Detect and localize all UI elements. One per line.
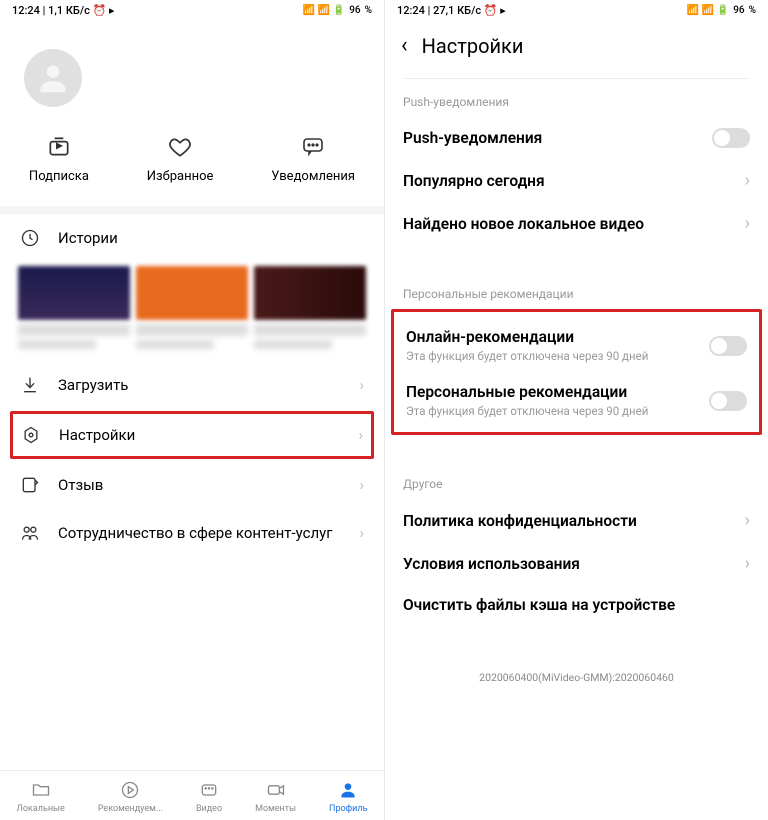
thumb-3[interactable]	[254, 266, 366, 349]
clock-icon	[20, 228, 40, 248]
found-local-row[interactable]: Найдено новое локальное видео ›	[385, 202, 768, 245]
personal-rec-row[interactable]: Персональные рекомендации Эта функция бу…	[406, 373, 747, 428]
nav-local[interactable]: Локальные	[17, 779, 65, 814]
terms-row[interactable]: Условия использования ›	[385, 542, 768, 585]
history-row[interactable]: Истории	[0, 214, 384, 262]
settings-row[interactable]: Настройки ›	[10, 411, 374, 459]
chevron-right-icon: ›	[745, 213, 750, 234]
page-title: Настройки	[422, 34, 524, 58]
chevron-right-icon: ›	[745, 510, 750, 531]
play-circle-icon	[119, 779, 141, 801]
nav-video[interactable]: Видео	[196, 779, 222, 814]
nav-moments[interactable]: Моменты	[255, 779, 296, 814]
privacy-row[interactable]: Политика конфиденциальности ›	[385, 499, 768, 542]
status-bar: 12:24 | 1,1 КБ/с ⏰ ▸ 📶 📶 🔋96%	[0, 0, 384, 21]
push-toggle-row[interactable]: Push-уведомления	[385, 117, 768, 159]
download-row[interactable]: Загрузить ›	[0, 361, 384, 409]
nav-recommend[interactable]: Рекомендуем...	[98, 779, 163, 814]
heart-icon	[166, 133, 194, 161]
people-icon	[20, 523, 40, 543]
toggle[interactable]	[709, 336, 747, 356]
nav-profile[interactable]: Профиль	[329, 779, 367, 814]
favorites-button[interactable]: Избранное	[147, 133, 214, 184]
avatar-zone	[0, 21, 384, 125]
status-net: 1,1 КБ/с	[48, 4, 90, 17]
person-icon	[337, 779, 359, 801]
bottom-nav: Локальные Рекомендуем... Видео Моменты П…	[0, 770, 384, 820]
chevron-right-icon: ›	[359, 524, 364, 542]
quick-actions: Подписка Избранное Уведомления	[0, 125, 384, 214]
feedback-row[interactable]: Отзыв ›	[0, 461, 384, 509]
chat-icon	[299, 133, 327, 161]
feedback-icon	[20, 475, 40, 495]
notifications-button[interactable]: Уведомления	[271, 133, 355, 184]
status-time: 12:24	[12, 4, 40, 17]
toggle[interactable]	[712, 128, 750, 148]
cooperation-row[interactable]: Сотрудничество в сфере контент-услуг ›	[0, 509, 384, 557]
section-other: Другое	[385, 461, 768, 499]
avatar[interactable]	[24, 49, 82, 107]
back-icon[interactable]: ‹	[401, 33, 408, 58]
section-personal: Персональные рекомендации	[385, 271, 768, 309]
build-version: 2020060400(MiVideo-GMM):2020060460	[385, 625, 768, 700]
thumb-2[interactable]	[136, 266, 248, 349]
history-thumbs	[0, 262, 384, 361]
folder-icon	[30, 779, 52, 801]
section-push: Push-уведомления	[385, 79, 768, 117]
cache-row[interactable]: Очистить файлы кэша на устройстве	[385, 585, 768, 625]
toggle[interactable]	[709, 391, 747, 411]
settings-screen: 12:24 | 27,1 КБ/с ⏰ ▸ 📶 📶 🔋96% ‹ Настрой…	[384, 0, 768, 820]
download-icon	[20, 375, 40, 395]
status-bar: 12:24 | 27,1 КБ/с ⏰ ▸ 📶 📶 🔋96%	[385, 0, 768, 21]
gear-icon	[21, 425, 41, 445]
chevron-right-icon: ›	[745, 170, 750, 191]
online-rec-row[interactable]: Онлайн-рекомендации Эта функция будет от…	[406, 318, 747, 373]
thumb-1[interactable]	[18, 266, 130, 349]
settings-header: ‹ Настройки	[385, 21, 768, 72]
camera-icon	[265, 779, 287, 801]
highlight-box: Онлайн-рекомендации Эта функция будет от…	[391, 309, 762, 435]
popular-row[interactable]: Популярно сегодня ›	[385, 159, 768, 202]
chevron-right-icon: ›	[359, 376, 364, 394]
subscription-icon	[45, 133, 73, 161]
profile-screen: 12:24 | 1,1 КБ/с ⏰ ▸ 📶 📶 🔋96% Подписка И…	[0, 0, 384, 820]
chevron-right-icon: ›	[359, 476, 364, 494]
subscription-button[interactable]: Подписка	[29, 133, 89, 184]
tv-icon	[198, 779, 220, 801]
chevron-right-icon: ›	[745, 553, 750, 574]
chevron-right-icon: ›	[358, 426, 363, 444]
